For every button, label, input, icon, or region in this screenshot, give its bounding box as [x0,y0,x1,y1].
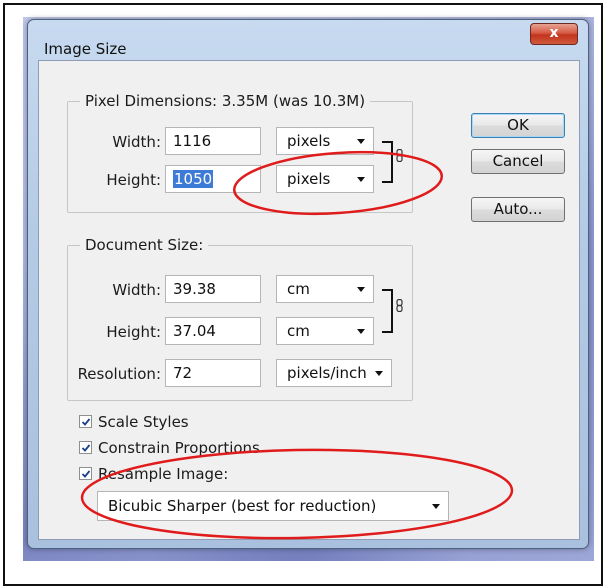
dropdown-arrow-icon [375,371,383,376]
checkmark-icon [81,444,91,452]
constrain-proportions-checkbox[interactable] [79,441,92,454]
checkmark-icon [81,418,91,426]
resample-method-value: Bicubic Sharper (best for reduction) [108,497,377,515]
dropdown-arrow-icon [357,287,365,292]
resolution-input[interactable]: 72 [165,359,261,387]
close-button[interactable]: x [530,23,578,45]
dialog-body: Pixel Dimensions: 3.35M (was 10.3M) Widt… [38,60,580,540]
resolution-label: Resolution: [77,365,161,383]
doc-width-unit-select[interactable]: cm [276,275,374,303]
pixel-link-bracket [382,141,393,183]
document-size-header: Document Size: [80,236,209,254]
resolution-unit-value: pixels/inch [287,364,367,382]
doc-link-bracket [382,289,393,333]
pixel-dimensions-label: Pixel Dimensions: [85,92,218,110]
dropdown-arrow-icon [357,329,365,334]
resolution-unit-select[interactable]: pixels/inch [276,359,392,387]
doc-width-unit-value: cm [287,280,310,298]
pixel-height-unit-value: pixels [287,170,331,188]
dropdown-arrow-icon [357,139,365,144]
doc-height-input[interactable]: 37.04 [165,317,261,345]
dropdown-arrow-icon [357,177,365,182]
constrain-proportions-label: Constrain Proportions [98,439,260,457]
dialog-title: Image Size [44,40,127,58]
pixel-dimensions-header: Pixel Dimensions: 3.35M (was 10.3M) [80,92,371,110]
pixel-height-input[interactable]: 1050 [165,165,261,193]
dropdown-arrow-icon [432,504,440,509]
title-bar[interactable]: Image Size x [28,20,588,62]
doc-height-label: Height: [106,323,161,341]
doc-width-input[interactable]: 39.38 [165,275,261,303]
scale-styles-label: Scale Styles [98,413,189,431]
pixel-width-label: Width: [112,133,161,151]
chain-link-icon[interactable] [396,299,403,312]
doc-height-unit-value: cm [287,322,310,340]
doc-height-unit-select[interactable]: cm [276,317,374,345]
pixel-height-unit-select[interactable]: pixels [276,165,374,193]
scale-styles-checkbox[interactable] [79,415,92,428]
screenshot-frame: Image Size x Pixel Dimensions: 3.35M (wa… [3,3,603,586]
chain-link-icon[interactable] [396,149,403,162]
close-icon: x [549,25,559,41]
checkmark-icon [81,470,91,478]
pixel-height-label: Height: [106,171,161,189]
pixel-width-unit-select[interactable]: pixels [276,127,374,155]
pixel-height-selected-text: 1050 [173,170,214,188]
auto-button[interactable]: Auto... [471,197,565,222]
cancel-button[interactable]: Cancel [471,149,565,174]
pixel-dimensions-size: 3.35M (was 10.3M) [221,92,366,110]
document-size-label: Document Size: [85,236,204,254]
image-size-dialog: Image Size x Pixel Dimensions: 3.35M (wa… [27,19,589,549]
pixel-width-unit-value: pixels [287,132,331,150]
resample-image-checkbox[interactable] [79,467,92,480]
resample-method-select[interactable]: Bicubic Sharper (best for reduction) [97,491,449,521]
pixel-dimensions-group: Pixel Dimensions: 3.35M (was 10.3M) [67,92,413,213]
doc-width-label: Width: [112,281,161,299]
pixel-width-input[interactable]: 1116 [165,127,261,155]
ok-button[interactable]: OK [471,113,565,138]
resample-image-label: Resample Image: [98,465,229,483]
